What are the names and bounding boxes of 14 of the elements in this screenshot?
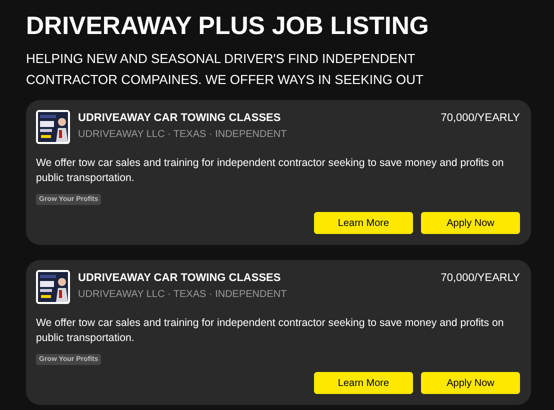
page-title: DRIVERAWAY PLUS JOB LISTING — [26, 11, 430, 42]
job-meta: UDRIVEAWAY LLC · TEXAS · INDEPENDENT — [78, 288, 288, 301]
apply-now-button[interactable]: Apply Now — [421, 212, 520, 234]
job-pay: 70,000/YEARLY — [440, 111, 520, 125]
job-pay: 70,000/YEARLY — [440, 271, 520, 285]
page-subtitle: HELPING NEW AND SEASONAL DRIVER'S FIND INDEPENDENT CONTRACTOR COMPAINES. WE OFFER WAYS IN SEEKING OUT — [26, 50, 424, 89]
apply-now-button[interactable]: Apply Now — [421, 372, 520, 394]
job-meta: UDRIVEAWAY LLC · TEXAS · INDEPENDENT — [78, 128, 288, 141]
job-description: We offer tow car sales and training for independent contractor seeking to save money and profits on public transportation. — [36, 316, 505, 346]
learn-more-button[interactable]: Learn More — [314, 212, 413, 234]
job-title: UDRIVEAWAY CAR TOWING CLASSES — [78, 271, 282, 285]
job-title: UDRIVEAWAY CAR TOWING CLASSES — [78, 111, 282, 125]
learn-more-button[interactable]: Learn More — [314, 372, 413, 394]
job-description: We offer tow car sales and training for independent contractor seeking to save money and profits on public transportation. — [36, 156, 505, 186]
